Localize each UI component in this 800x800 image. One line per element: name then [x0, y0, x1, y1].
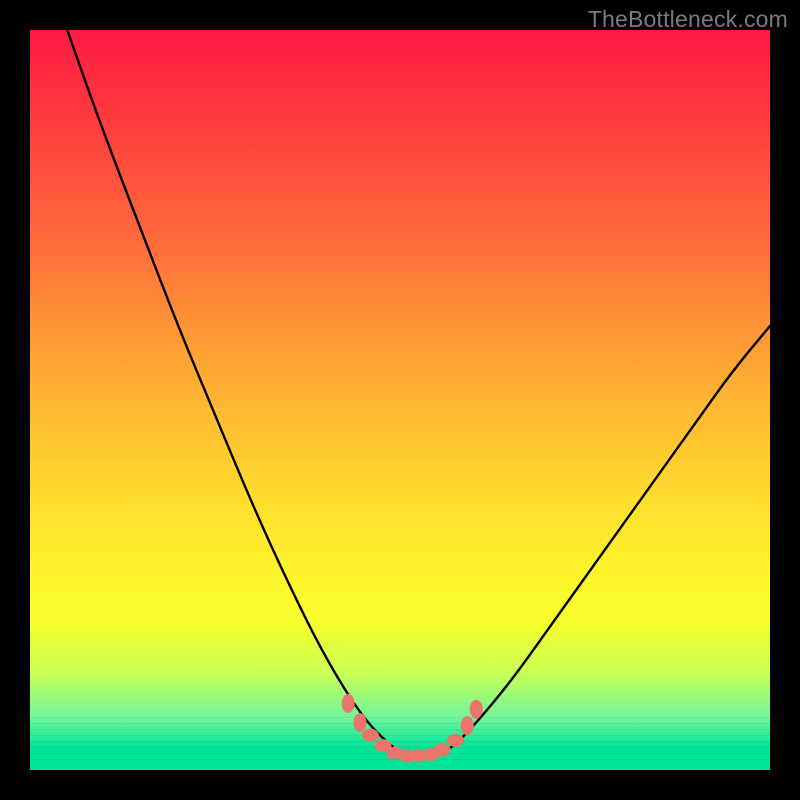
- valley-markers: [342, 694, 483, 763]
- bottleneck-curve: [30, 0, 770, 755]
- watermark-text: TheBottleneck.com: [588, 6, 788, 33]
- valley-marker: [447, 734, 464, 747]
- valley-marker: [362, 729, 379, 742]
- chart-svg: [30, 30, 770, 770]
- valley-marker: [434, 744, 451, 757]
- chart-frame: TheBottleneck.com: [0, 0, 800, 800]
- valley-marker: [470, 700, 483, 719]
- valley-marker: [354, 713, 367, 732]
- valley-marker: [342, 694, 355, 713]
- plot-area: [30, 30, 770, 770]
- valley-marker: [461, 716, 474, 735]
